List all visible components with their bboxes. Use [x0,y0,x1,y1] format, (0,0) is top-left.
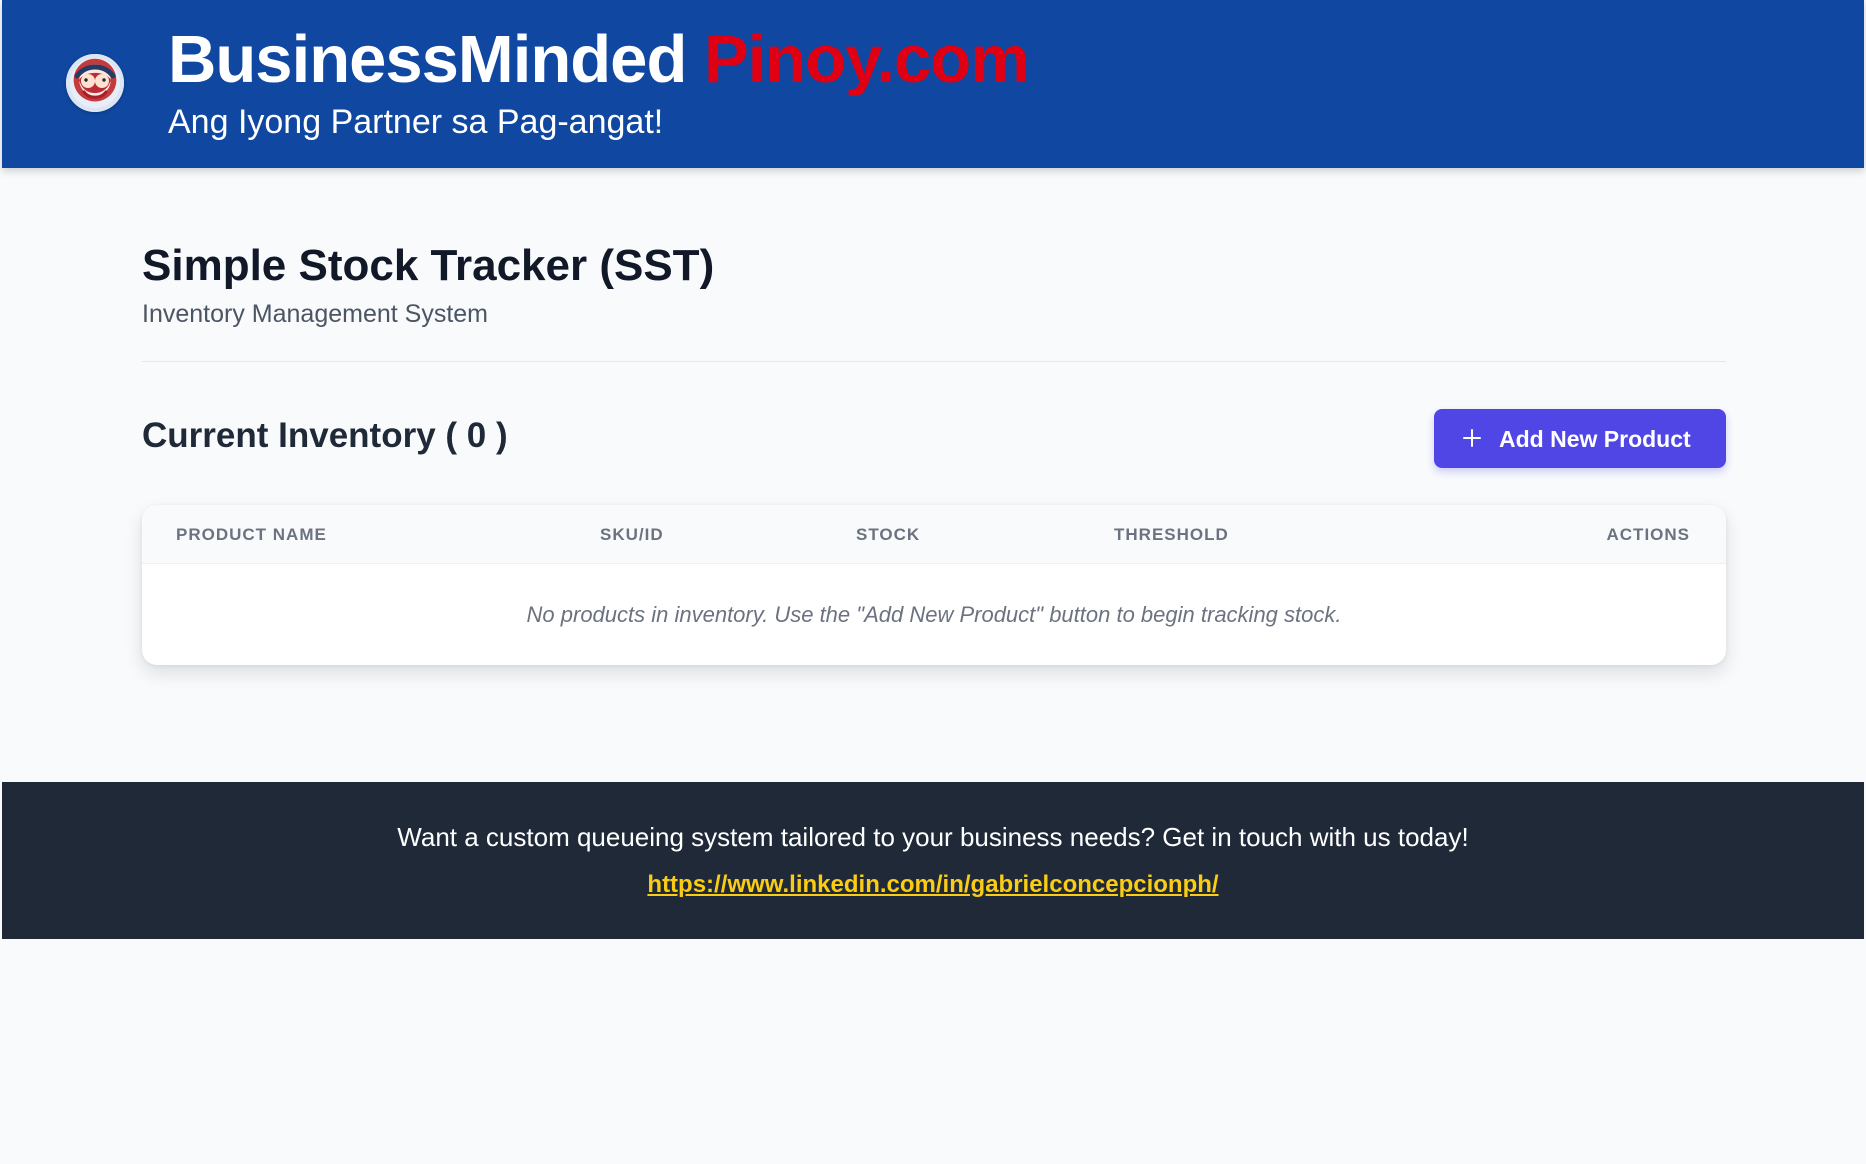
inventory-table: PRODUCT NAME SKU/ID STOCK THRESHOLD ACTI… [142,505,1726,665]
linkedin-link[interactable]: https://www.linkedin.com/in/gabrielconce… [2,870,1864,900]
business-logo-icon [66,54,124,112]
page-subtitle: Inventory Management System [142,300,488,328]
title-divider [142,361,1726,362]
column-stock: STOCK [856,525,921,544]
plus-icon [1461,427,1483,449]
add-new-product-label: Add New Product [1499,426,1691,452]
column-actions: ACTIONS [1606,525,1690,544]
add-new-product-button[interactable]: Add New Product [1434,409,1726,468]
brand-tagline: Ang Iyong Partner sa Pag-angat! [168,103,664,141]
site-footer: Want a custom queueing system tailored t… [2,782,1864,939]
column-sku-id: SKU/ID [600,525,664,544]
site-header: BusinessMinded Pinoy.com Ang Iyong Partn… [2,0,1864,168]
main-content: Simple Stock Tracker (SST) Inventory Man… [0,168,1866,782]
inventory-table-header: PRODUCT NAME SKU/ID STOCK THRESHOLD ACTI… [142,505,1726,564]
brand-business-minded: BusinessMinded [168,22,704,97]
brand-pinoy-com: Pinoy.com [703,22,1030,97]
column-threshold: THRESHOLD [1114,525,1229,544]
page-title: Simple Stock Tracker (SST) [142,241,715,290]
footer-message: Want a custom queueing system tailored t… [397,822,1469,852]
column-product-name: PRODUCT NAME [176,525,327,544]
brand-title: BusinessMinded Pinoy.com [168,20,1030,100]
empty-inventory-message: No products in inventory. Use the "Add N… [526,602,1342,627]
inventory-section-title: Current Inventory ( 0 ) [142,416,508,455]
